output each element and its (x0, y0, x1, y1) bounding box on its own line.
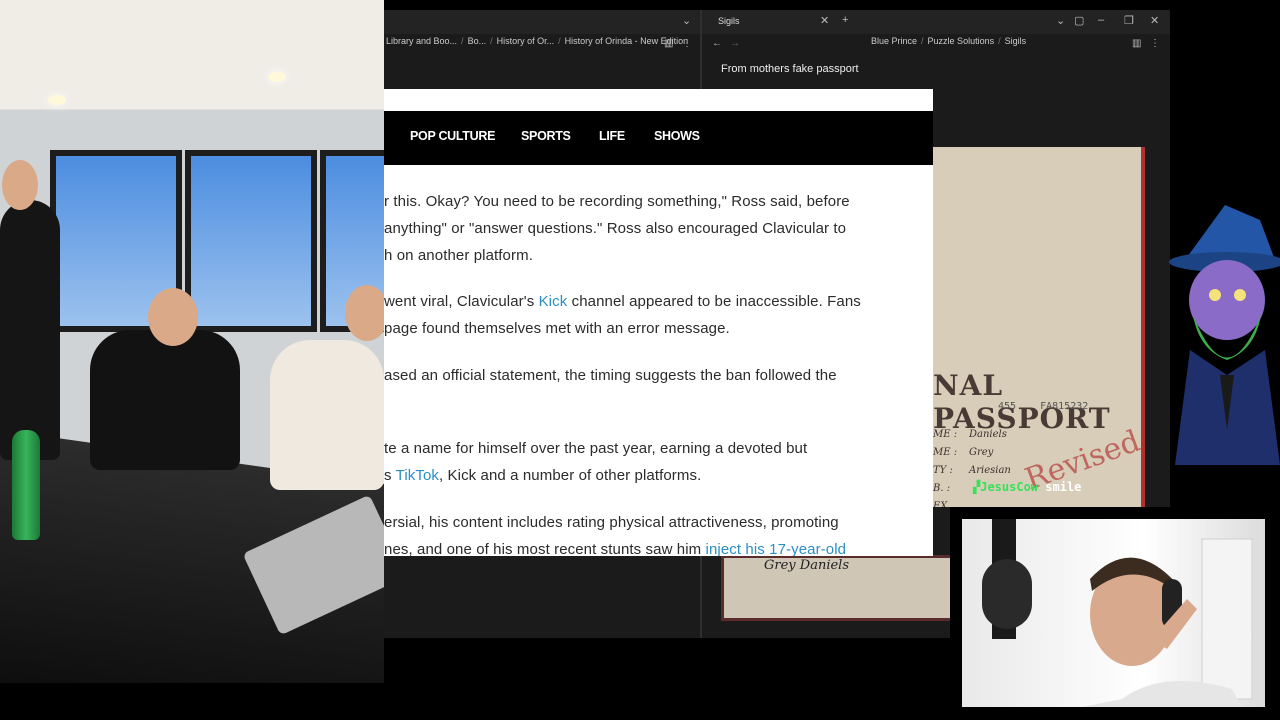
wizard-character-art (1165, 200, 1280, 465)
standing-person (0, 200, 60, 460)
restore-icon[interactable]: ❐ (1124, 14, 1134, 27)
breadcrumb-item[interactable]: Bo... (468, 36, 487, 46)
tiktok-link[interactable]: TikTok (396, 467, 439, 484)
chat-text: smile (1045, 480, 1082, 494)
passport-row: ME : Daniels (933, 429, 1007, 440)
article-top-strip (384, 89, 933, 111)
kick-link[interactable]: Kick (539, 293, 568, 310)
sidebar-toggle-icon[interactable]: ▢ (1074, 14, 1084, 27)
nav-pop-culture[interactable]: POP CULTURE (410, 129, 495, 143)
passport-row: ME : Grey (933, 447, 994, 458)
inject-link[interactable]: inject his 17-year-old (706, 541, 847, 556)
window-pane (185, 150, 317, 332)
chevron-down-icon[interactable]: ⌄ (682, 14, 691, 27)
streamer-image (982, 519, 1253, 707)
article-line: r this. Okay? You need to be recording s… (384, 193, 850, 210)
breadcrumb-item[interactable]: Library and Boo... (386, 36, 457, 46)
forward-icon[interactable]: → (730, 38, 740, 49)
article-line: ersial, his content includes rating phys… (384, 514, 839, 531)
tab-bar: ⌄ Sigils ✕ + ⌄ ▢ – ❐ ✕ (384, 10, 1170, 34)
article-line: te a name for himself over the past year… (384, 440, 808, 457)
passport-number-left: 455 (998, 401, 1017, 412)
left-video-feed (0, 0, 384, 683)
article-line: ased an official statement, the timing s… (384, 367, 837, 384)
article-line: s TikTok, Kick and a number of other pla… (384, 467, 702, 484)
chevron-down-icon[interactable]: ⌄ (1056, 14, 1065, 27)
webcam-feed (962, 519, 1265, 707)
close-tab-icon[interactable]: ✕ (820, 14, 829, 27)
site-nav: POP CULTURE SPORTS LIFE SHOWS (384, 111, 933, 165)
webcam-frame (950, 507, 1280, 720)
close-window-icon[interactable]: ✕ (1150, 14, 1159, 27)
person-head (2, 160, 38, 210)
more-options-icon[interactable]: ⋮ (682, 38, 692, 49)
nav-shows[interactable]: SHOWS (654, 129, 700, 143)
chat-message: ▞JesusCow smile (973, 480, 1081, 494)
breadcrumb-item[interactable]: History of Or... (497, 36, 555, 46)
nav-sports[interactable]: SPORTS (521, 129, 571, 143)
seated-person (90, 330, 240, 470)
article-line: nes, and one of his most recent stunts s… (384, 541, 847, 556)
article-line: went viral, Clavicular's Kick channel ap… (384, 293, 861, 310)
minimize-icon[interactable]: – (1098, 14, 1104, 26)
breadcrumb-item[interactable]: Blue Prince (871, 36, 917, 46)
right-breadcrumb: Blue Prince / Puzzle Solutions / Sigils (871, 36, 1027, 46)
more-options-icon[interactable]: ⋮ (1150, 38, 1160, 49)
breadcrumb-item[interactable]: Sigils (1005, 36, 1027, 46)
reading-view-icon[interactable]: ▥ (664, 38, 673, 49)
seated-person (270, 340, 384, 490)
bottle (12, 430, 40, 540)
note-title: From mothers fake passport (721, 63, 859, 75)
reading-view-icon[interactable]: ▥ (1132, 38, 1141, 49)
person-head (148, 288, 198, 346)
signature-text: Grey Daniels (764, 558, 849, 573)
back-icon[interactable]: ← (712, 38, 722, 49)
nav-life[interactable]: LIFE (599, 129, 625, 143)
breadcrumb-item[interactable]: Puzzle Solutions (928, 36, 995, 46)
article-line: page found themselves met with an error … (384, 320, 730, 337)
left-breadcrumb: Library and Boo... / Bo... / History of Or..… (386, 36, 689, 46)
passport-number-right: FA815232 (1040, 401, 1089, 412)
passport-row: B. : (933, 483, 951, 494)
passport-row: TY : Ariesian (933, 465, 1011, 476)
ceiling-light (48, 95, 66, 105)
tab-sigils[interactable]: Sigils (718, 16, 740, 26)
person-head (345, 285, 384, 341)
article-page: POP CULTURE SPORTS LIFE SHOWS r this. Ok… (384, 89, 933, 556)
article-line: h on another platform. (384, 247, 533, 264)
passport-numbers: 455 FA815232 (998, 401, 1088, 412)
ceiling-light (268, 72, 286, 82)
chat-username: JesusCow (980, 480, 1039, 494)
new-tab-icon[interactable]: + (842, 14, 848, 26)
passport-image: NAL PASSPORT 455 FA815232 ME : Daniels ME… (933, 147, 1145, 507)
wizard-character-icon (1169, 205, 1280, 465)
article-line: anything" or "answer questions." Ross al… (384, 220, 847, 237)
